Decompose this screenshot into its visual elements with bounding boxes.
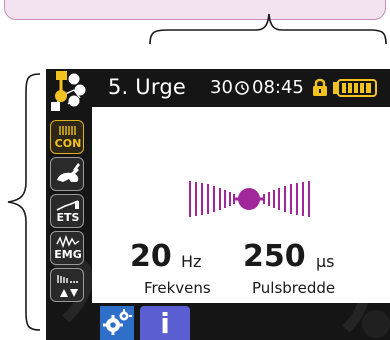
info-tab[interactable]: i (140, 306, 190, 340)
frequency-label: Frekvens (144, 279, 211, 297)
pulse-width-unit: μs (316, 252, 335, 271)
settings-gears-icon (103, 309, 132, 335)
frequency-unit: Hz (181, 252, 202, 271)
program-title: 5. Urge (108, 75, 186, 99)
ets-mode-button[interactable]: ETS (50, 194, 84, 228)
frequency-value[interactable]: 20 (130, 239, 172, 274)
bottom-tab-bar: i (46, 303, 390, 340)
lock-icon (313, 78, 327, 96)
emg-mode-button[interactable]: EMG (50, 231, 84, 265)
settings-tab[interactable] (100, 306, 134, 340)
ets-label: ETS (56, 211, 80, 224)
clock-icon (235, 81, 249, 95)
left-curly-bracket (7, 73, 41, 331)
battery-icon (333, 79, 377, 97)
clock-time: 08:45 (252, 77, 304, 98)
burst-mode-button[interactable] (50, 157, 84, 191)
info-icon: i (160, 307, 170, 340)
device-screen: 5. Urge 30 08:45 CON ETS EMG 20 Hz 250 μ… (46, 69, 390, 340)
rabbit-icon (57, 163, 80, 182)
pulse-width-label: Pulsbredde (252, 279, 336, 297)
stimulation-panel: 20 Hz 250 μs Frekvens Pulsbredde (92, 107, 390, 303)
status-bar: 5. Urge 30 08:45 (46, 69, 390, 111)
top-curly-bracket (149, 13, 387, 45)
con-mode-button[interactable]: CON (50, 120, 84, 154)
timer-value: 30 (210, 77, 233, 98)
pulse-waveform-graphic (189, 181, 310, 217)
con-label: CON (54, 137, 82, 150)
program-tree-icon (51, 71, 86, 111)
emg-label: EMG (54, 248, 82, 261)
pulse-width-value[interactable]: 250 (243, 239, 306, 274)
level-adjust-button[interactable] (50, 268, 84, 302)
level-arrows-icon (57, 275, 78, 297)
